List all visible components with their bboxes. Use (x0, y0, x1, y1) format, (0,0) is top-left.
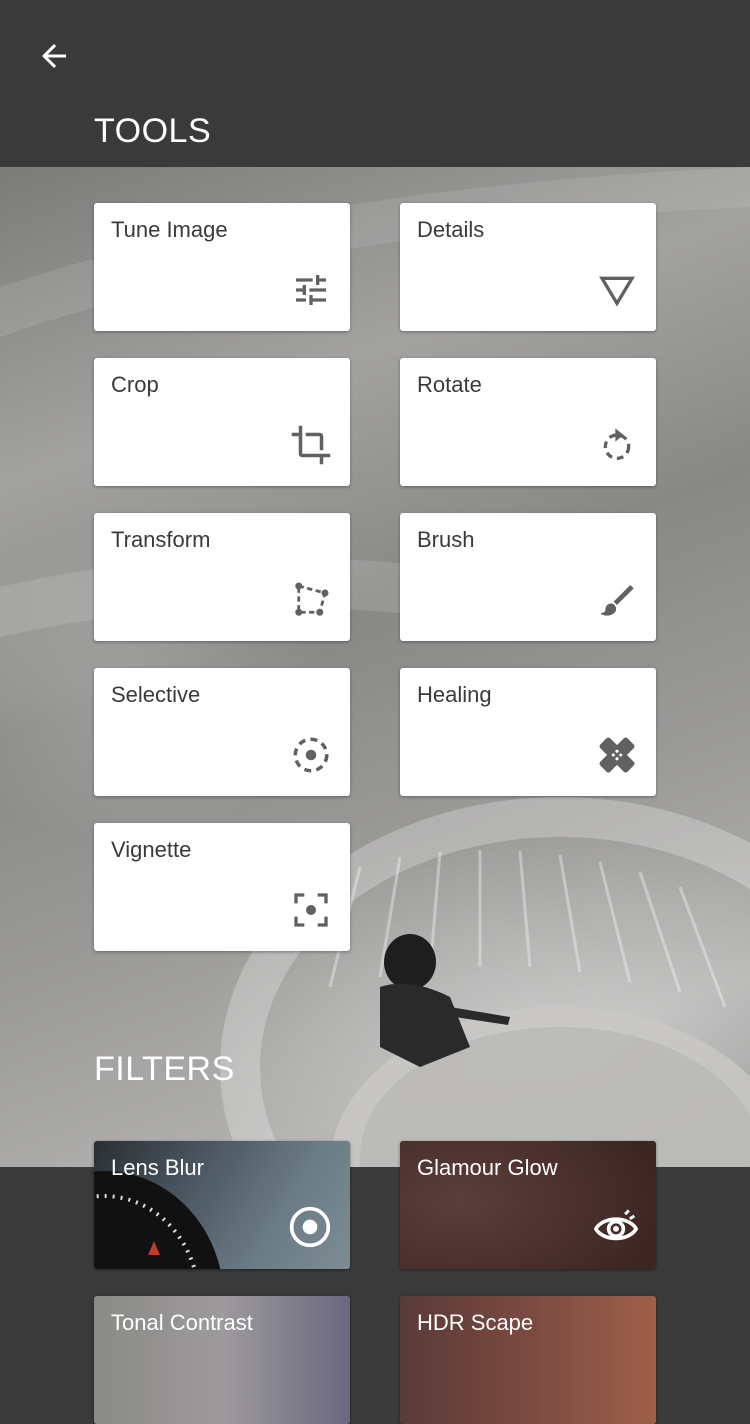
filters-section-title: FILTERS (94, 1050, 235, 1088)
eye-icon (594, 1205, 638, 1249)
tool-card-crop[interactable]: Crop (94, 358, 350, 486)
transform-icon (290, 579, 332, 621)
triangle-down-icon (596, 269, 638, 311)
arrow-left-icon (42, 44, 66, 68)
tool-label: Transform (111, 527, 211, 552)
vignette-icon (290, 889, 332, 931)
tool-card-rotate[interactable]: Rotate (400, 358, 656, 486)
back-button[interactable] (34, 36, 74, 76)
tool-label: Crop (111, 372, 159, 397)
tool-label: Brush (417, 527, 475, 552)
tools-section-title: TOOLS (94, 112, 212, 150)
bandage-icon (596, 734, 638, 776)
filter-label: Glamour Glow (417, 1155, 558, 1180)
target-icon (288, 1205, 332, 1249)
tool-label: Vignette (111, 837, 192, 862)
sliders-icon (290, 269, 332, 311)
filter-label: Lens Blur (111, 1155, 204, 1180)
filter-card-hdr-scape[interactable]: HDR Scape (400, 1296, 656, 1424)
tool-card-vignette[interactable]: Vignette (94, 823, 350, 951)
tool-card-selective[interactable]: Selective (94, 668, 350, 796)
crop-icon (290, 424, 332, 466)
filter-card-tonal-contrast[interactable]: Tonal Contrast (94, 1296, 350, 1424)
tool-label: Rotate (417, 372, 482, 397)
tool-card-details[interactable]: Details (400, 203, 656, 331)
selective-icon (290, 734, 332, 776)
tool-label: Healing (417, 682, 492, 707)
filter-label: Tonal Contrast (111, 1310, 253, 1335)
tool-label: Details (417, 217, 485, 242)
filter-card-glamour-glow[interactable]: Glamour Glow (400, 1141, 656, 1269)
tool-card-tune-image[interactable]: Tune Image (94, 203, 350, 331)
tool-card-transform[interactable]: Transform (94, 513, 350, 641)
brush-icon (596, 579, 638, 621)
tool-card-brush[interactable]: Brush (400, 513, 656, 641)
top-app-bar: TOOLS (0, 0, 750, 167)
filter-label: HDR Scape (417, 1310, 534, 1335)
tool-label: Selective (111, 682, 201, 707)
filter-card-lens-blur[interactable]: Lens Blur (94, 1141, 350, 1269)
tool-card-healing[interactable]: Healing (400, 668, 656, 796)
tool-label: Tune Image (111, 217, 228, 242)
rotate-icon (596, 424, 638, 466)
